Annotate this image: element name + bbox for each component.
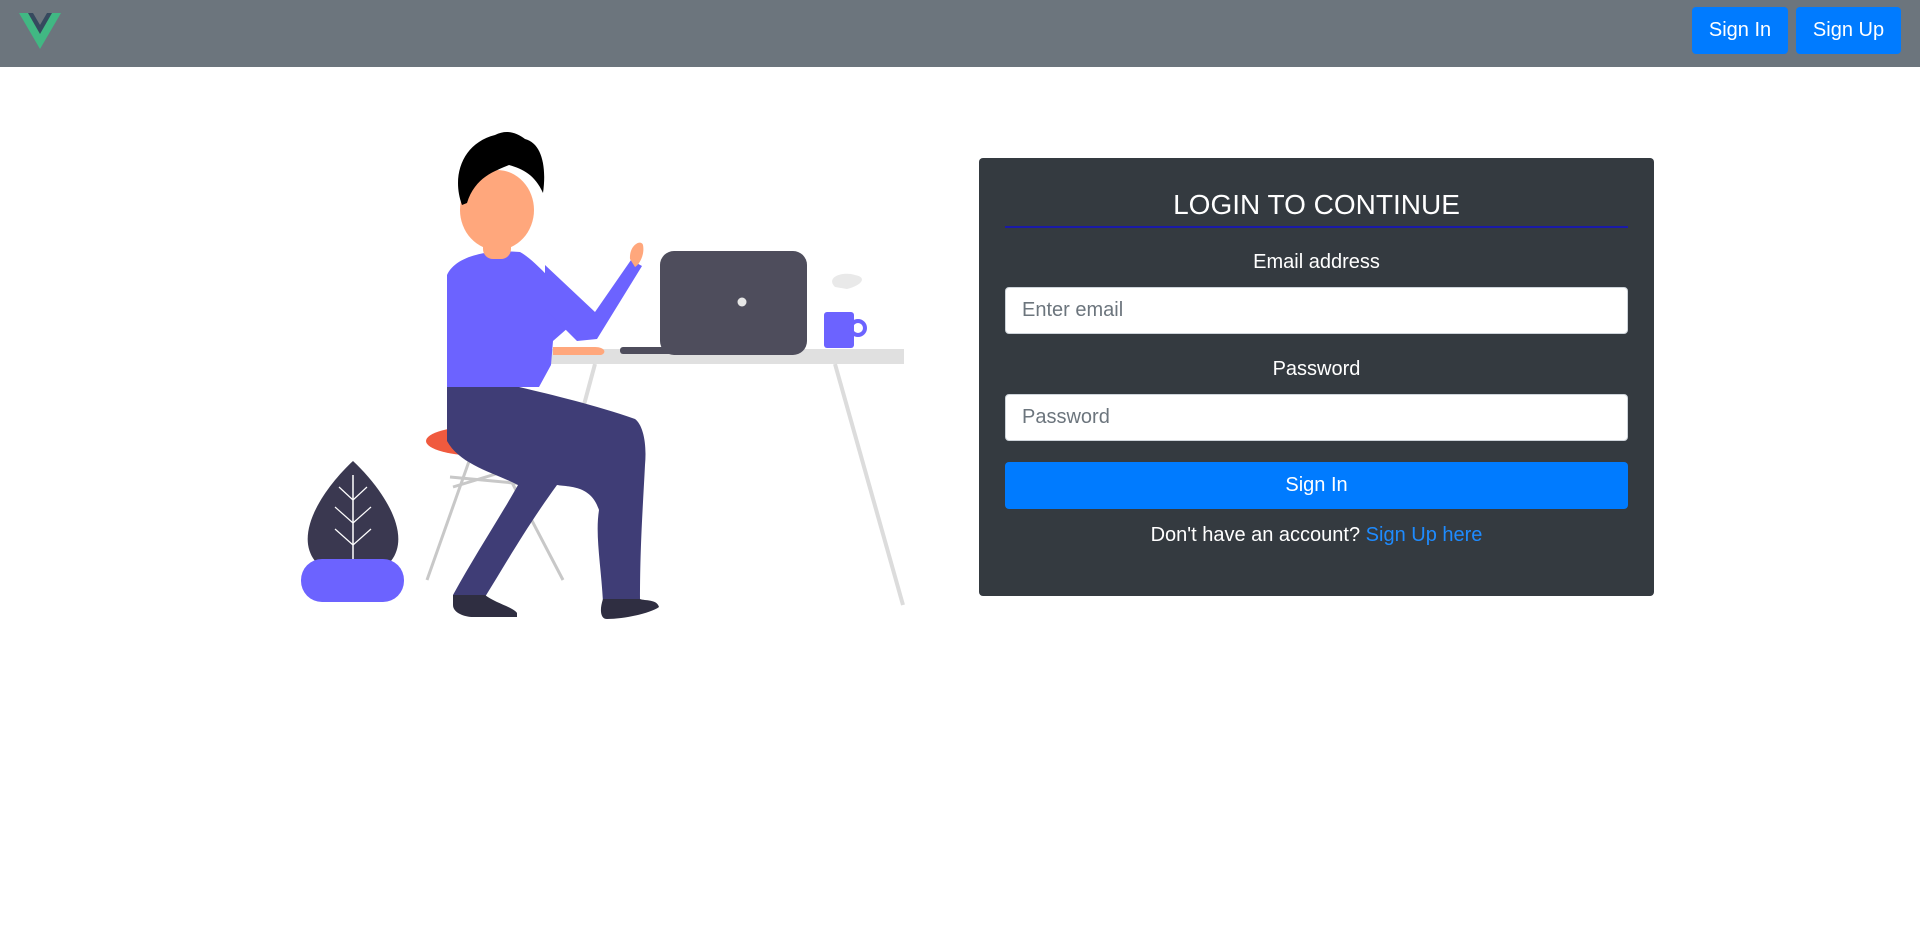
password-field[interactable] [1005,394,1628,441]
laptop-icon [620,251,807,355]
email-label: Email address [1253,251,1380,273]
nav-signin-button[interactable]: Sign In [1692,7,1788,54]
plant-icon [301,461,404,602]
signup-prompt-line: Don't have an account? Sign Up here [979,522,1654,548]
signup-here-link[interactable]: Sign Up here [1366,524,1483,546]
top-navbar: Sign In Sign Up [0,0,1920,67]
signup-prompt-text: Don't have an account? [1150,524,1361,546]
password-label: Password [1272,358,1361,380]
person-icon [447,132,659,619]
mug-icon [824,273,867,348]
nav-signup-button[interactable]: Sign Up [1796,7,1901,54]
login-title: LOGIN TO CONTINUE [1173,189,1460,220]
vue-logo-icon[interactable] [19,13,61,49]
person-at-desk-illustration [301,132,905,619]
title-divider [1005,226,1628,228]
email-field[interactable] [1005,287,1628,334]
login-card: LOGIN TO CONTINUE Email address Password… [979,158,1654,596]
signin-submit-button[interactable]: Sign In [1005,462,1628,509]
